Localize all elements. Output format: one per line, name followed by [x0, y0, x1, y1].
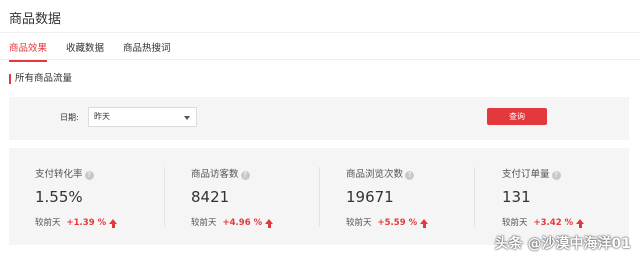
- stat-label: 商品访客数?: [191, 169, 250, 181]
- filter-panel: 日期: 昨天 查询: [9, 97, 629, 140]
- stat-label-text: 商品浏览次数: [346, 169, 404, 180]
- chevron-down-icon: [184, 116, 190, 120]
- question-circle-icon[interactable]: ?: [551, 170, 561, 180]
- section-marker: [9, 74, 11, 84]
- stat-value: 19671: [346, 188, 394, 206]
- watermark: 头条 @沙漠中海洋01: [494, 236, 631, 252]
- stat-change: +4.96 %: [222, 218, 263, 228]
- tabs-divider: [0, 59, 640, 60]
- stat-divider: [474, 167, 475, 227]
- query-button[interactable]: 查询: [487, 108, 547, 125]
- arrow-up-icon: [265, 218, 274, 229]
- stat-compare-label: 较前天: [346, 218, 372, 228]
- stat-change: +1.39 %: [66, 218, 107, 228]
- stat-compare: 较前天 +4.96 %: [191, 218, 274, 229]
- stat-label: 支付订单量?: [502, 169, 561, 181]
- title-divider: [0, 32, 640, 33]
- stat-label-text: 商品访客数: [191, 169, 239, 180]
- tab-bar: 商品效果 收藏数据 商品热搜词: [9, 42, 190, 62]
- stat-label-text: 支付订单量: [502, 169, 550, 180]
- stat-compare: 较前天 +1.39 %: [35, 218, 118, 229]
- stat-label: 商品浏览次数?: [346, 169, 415, 181]
- date-select-value: 昨天: [94, 112, 110, 121]
- question-circle-icon[interactable]: ?: [405, 170, 415, 180]
- stat-label-text: 支付转化率: [35, 169, 83, 180]
- stat-compare: 较前天 +3.42 %: [502, 218, 585, 229]
- stat-divider: [164, 167, 165, 227]
- page-title: 商品数据: [9, 12, 62, 27]
- stat-divider: [319, 167, 320, 227]
- tab-product-effect[interactable]: 商品效果: [9, 42, 48, 62]
- stats-panel: 支付转化率? 1.55% 较前天 +1.39 % 商品访客数? 8421 较前天…: [9, 148, 629, 245]
- question-circle-icon[interactable]: ?: [240, 170, 250, 180]
- arrow-up-icon: [576, 218, 585, 229]
- date-select[interactable]: 昨天: [88, 107, 197, 127]
- stat-change: +3.42 %: [533, 218, 574, 228]
- arrow-up-icon: [420, 218, 429, 229]
- section-title: 所有商品流量: [15, 73, 73, 84]
- stat-value: 131: [502, 188, 531, 206]
- stat-compare-label: 较前天: [35, 218, 61, 228]
- stat-value: 8421: [191, 188, 230, 206]
- stat-compare-label: 较前天: [191, 218, 217, 228]
- stat-compare: 较前天 +5.59 %: [346, 218, 429, 229]
- question-circle-icon[interactable]: ?: [84, 170, 94, 180]
- stat-compare-label: 较前天: [502, 218, 528, 228]
- arrow-up-icon: [109, 218, 118, 229]
- date-label: 日期:: [60, 113, 79, 122]
- stat-change: +5.59 %: [377, 218, 418, 228]
- stat-label: 支付转化率?: [35, 169, 94, 181]
- stat-value: 1.55%: [35, 188, 83, 206]
- tab-hot-search-terms[interactable]: 商品热搜词: [123, 42, 171, 59]
- tab-favorites-data[interactable]: 收藏数据: [66, 42, 104, 59]
